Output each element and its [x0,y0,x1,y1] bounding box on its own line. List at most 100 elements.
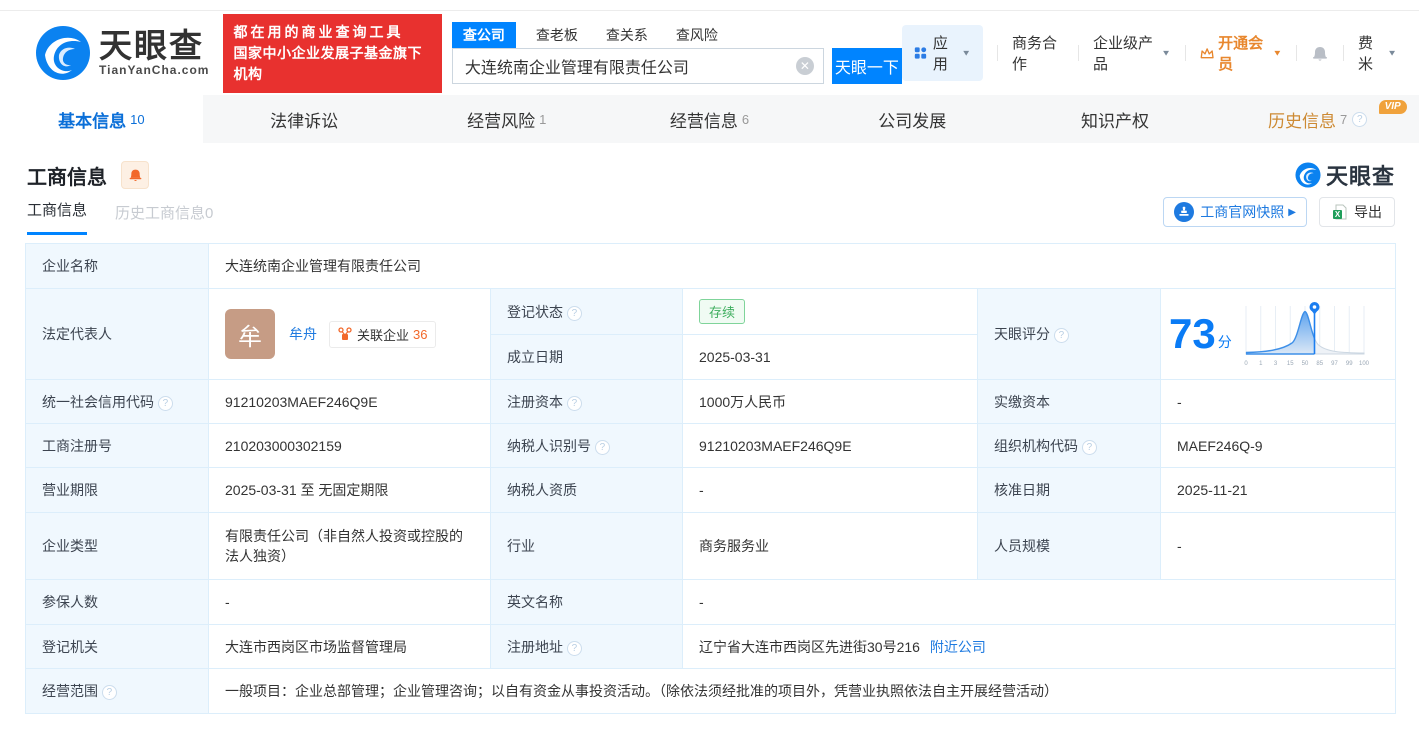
table-row: 统一社会信用代码 ? 91210203MAEF246Q9E 注册资本 ? 100… [25,379,1397,424]
top-nav: 应用 ▼ 商务合作 企业级产品 ▼ 开通会员 ▼ 费米 ▼ [901,25,1397,81]
company-name-value: 大连统南企业管理有限责任公司 [207,243,1397,289]
help-icon[interactable]: ? [1053,328,1069,343]
svg-text:97: 97 [1331,361,1338,367]
staff-size-value: - [1159,512,1397,580]
search-tab-relation[interactable]: 查关系 [606,22,648,48]
table-row: 参保人数 - 英文名称 - [25,579,1397,625]
help-icon[interactable]: ? [594,439,610,455]
legal-rep-cell: 牟 牟舟 关联企业 36 [208,288,491,380]
help-icon[interactable]: ? [1352,111,1368,127]
help-icon[interactable]: ? [566,305,582,321]
svg-text:50: 50 [1301,361,1308,367]
svg-text:85: 85 [1316,361,1323,367]
establish-date-value: 2025-03-31 [682,334,978,380]
field-label: 人员规模 [977,512,1161,580]
brand-name: 天眼查 [99,27,204,64]
official-snapshot-button[interactable]: 工商官网快照 ▶ [1163,197,1307,227]
divider [1078,45,1079,61]
table-row: 工商注册号 210203000302159 纳税人识别号 ? 91210203M… [25,423,1397,468]
apps-grid-icon [914,47,927,59]
reg-status-value: 存续 [682,288,978,335]
svg-text:1: 1 [1259,361,1263,367]
svg-text:15: 15 [1287,361,1294,367]
score-distribution-chart: 0 1 3 15 50 85 97 99 100 [1244,302,1369,367]
help-icon[interactable]: ? [1081,439,1097,455]
help-icon[interactable]: ? [566,640,582,656]
nav-open-vip[interactable]: 开通会员 ▼ [1200,32,1282,74]
status-badge: 存续 [699,299,746,324]
field-label: 企业名称 [25,243,209,289]
search-block: 查公司 查老板 查关系 查风险 ✕ 天眼一下 [451,21,902,84]
notifications-button[interactable] [1311,44,1329,63]
tab-risk[interactable]: 经营风险 1 [405,95,608,143]
nav-cooperation[interactable]: 商务合作 [1012,32,1064,74]
tab-ip[interactable]: 知识产权 [1014,95,1217,143]
english-name-value: - [681,579,1397,625]
subtab-history-business-info[interactable]: 历史工商信息0 [115,202,213,235]
insured-count-value: - [208,579,491,625]
chevron-down-icon: ▼ [961,48,972,58]
search-button[interactable]: 天眼一下 [831,47,902,84]
field-label: 注册资本 ? [490,379,683,424]
tab-basic-info[interactable]: 基本信息 10 [0,95,203,143]
business-scope-value: 一般项目：企业总部管理；企业管理咨询；以自有资金从事投资活动。（除依法须经批准的… [207,668,1397,714]
business-info-table: 企业名称 大连统南企业管理有限责任公司 法定代表人 牟 牟舟 关联企业 36 登… [25,243,1397,714]
search-input[interactable] [451,47,824,84]
taxpayer-id-value: 91210203MAEF246Q9E [682,423,978,468]
user-menu[interactable]: 费米 ▼ [1358,32,1397,74]
clear-icon[interactable]: ✕ [795,56,814,75]
chevron-down-icon: ▼ [1272,48,1283,58]
apps-menu[interactable]: 应用 ▼ [901,25,984,81]
bell-icon [1313,46,1328,61]
svg-text:3: 3 [1274,361,1278,367]
vip-badge: VIP [1378,100,1407,114]
help-icon[interactable]: ? [566,395,582,411]
company-tabs: 基本信息 10 法律诉讼 经营风险 1 经营信息 6 公司发展 知识产权 VIP 历史… [0,95,1419,143]
approval-date-value: 2025-11-21 [1159,467,1397,513]
field-label: 营业期限 [25,467,209,513]
search-tab-boss[interactable]: 查老板 [536,22,578,48]
logo[interactable]: 天眼查 TianYanCha.com [35,25,209,81]
chevron-down-icon: ▼ [1387,48,1398,58]
legal-rep-link[interactable]: 牟舟 [289,324,317,344]
search-tab-risk[interactable]: 查风险 [676,22,718,48]
reg-number-value: 210203000302159 [208,423,491,468]
svg-text:X: X [1335,210,1341,219]
section-title: 工商信息 [27,166,107,189]
org-code-value: MAEF246Q-9 [1159,423,1397,468]
nav-enterprise[interactable]: 企业级产品 ▼ [1093,32,1171,74]
tab-history[interactable]: VIP 历史信息 7 ? [1216,95,1419,143]
field-label: 企业类型 [25,512,209,580]
field-label: 工商注册号 [25,423,209,468]
industry-value: 商务服务业 [682,512,978,580]
export-button[interactable]: X 导出 [1319,197,1395,227]
divider [997,45,998,61]
field-label: 成立日期 [490,334,683,380]
help-icon[interactable]: ? [101,685,117,700]
score-value: 73 [1169,310,1216,357]
subtab-business-info[interactable]: 工商信息 [27,199,88,235]
table-row: 法定代表人 牟 牟舟 关联企业 36 登记状态 ? 存续 天眼评分 ? 73 分… [25,288,1397,380]
field-label: 法定代表人 [25,288,209,380]
table-row: 登记机关 大连市西岗区市场监督管理局 注册地址 ? 辽宁省大连市西岗区先进街30… [25,624,1397,669]
nearby-companies-link[interactable]: 附近公司 [930,639,986,655]
tab-legal[interactable]: 法律诉讼 [203,95,406,143]
subscribe-bell-button[interactable] [121,161,149,189]
tianyancha-logo-icon [1295,162,1321,188]
help-icon[interactable]: ? [157,395,173,411]
stamp-icon [1174,202,1195,222]
taxpayer-quality-value: - [682,467,978,513]
svg-text:99: 99 [1346,361,1353,367]
field-label: 登记机关 [25,624,209,669]
tab-development[interactable]: 公司发展 [811,95,1014,143]
tab-operation[interactable]: 经营信息 6 [608,95,811,143]
reg-address-value: 辽宁省大连市西岗区先进街30号216 附近公司 [681,624,1397,669]
table-row: 经营范围 ? 一般项目：企业总部管理；企业管理咨询；以自有资金从事投资活动。（除… [25,668,1397,714]
avatar[interactable]: 牟 [225,309,275,359]
business-term-value: 2025-03-31 至 无固定期限 [208,467,491,513]
field-label: 经营范围 ? [25,668,209,714]
credit-code-value: 91210203MAEF246Q9E [208,379,491,424]
reg-capital-value: 1000万人民币 [682,379,978,424]
related-companies-badge[interactable]: 关联企业 36 [329,320,437,348]
search-tab-company[interactable]: 查公司 [451,21,516,48]
